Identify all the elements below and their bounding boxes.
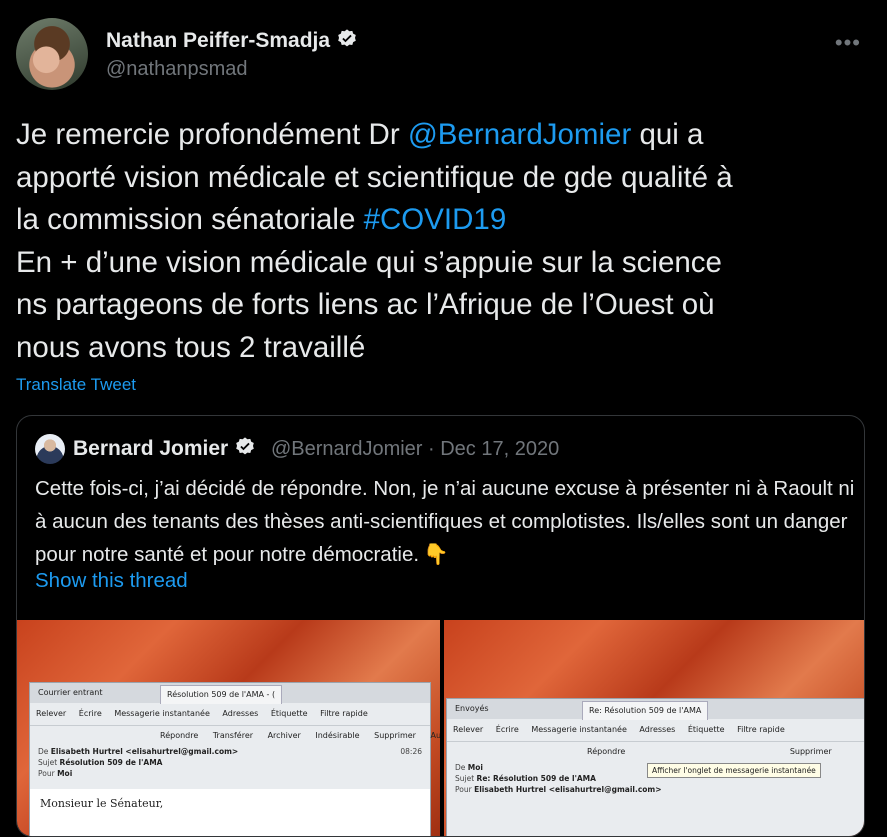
subject-label: Sujet: [38, 758, 58, 767]
action-item: Archiver: [267, 731, 301, 740]
toolbar-item: Adresses: [639, 725, 676, 734]
from-value: Moi: [467, 763, 483, 772]
quoted-author-avatar[interactable]: [35, 434, 65, 464]
hashtag-link[interactable]: #COVID19: [364, 203, 507, 236]
quoted-text: Cette fois-ci, j’ai décidé de répondre. …: [35, 472, 860, 571]
toolbar-item: Messagerie instantanée: [114, 709, 210, 718]
subject-value: Résolution 509 de l'AMA: [59, 758, 163, 767]
quoted-author-name[interactable]: Bernard Jomier: [73, 437, 228, 460]
toolbar-item: Relever: [453, 725, 484, 734]
tweet-header: Nathan Peiffer-Smadja @nathanpsmad •••: [16, 18, 871, 92]
toolbar-item: Écrire: [78, 709, 102, 718]
mail-tabbar: Envoyés Re: Résolution 509 de l'AMA: [447, 699, 864, 720]
toolbar-item: Relever: [36, 709, 67, 718]
to-label: Pour: [455, 785, 472, 794]
to-label: Pour: [38, 769, 55, 778]
mail-from: De Elisabeth Hurtrel <elisahurtrel@gmail…: [30, 746, 430, 757]
action-item: Transférer: [212, 731, 254, 740]
tab-inbox: Courrier entrant: [38, 688, 103, 697]
mail-toolbar: Relever Écrire Messagerie instantanée Ad…: [30, 703, 430, 726]
action-item: Supprimer: [374, 731, 416, 740]
action-item: Supprimer: [789, 747, 832, 756]
toolbar-item: Écrire: [495, 725, 519, 734]
toolbar-item: Étiquette: [687, 725, 725, 734]
toolbar-item: Filtre rapide: [737, 725, 785, 734]
translate-tweet-link[interactable]: Translate Tweet: [16, 375, 136, 395]
mail-window-right: Envoyés Re: Résolution 509 de l'AMA Rele…: [446, 698, 864, 836]
tab-sent: Envoyés: [455, 704, 489, 713]
to-value: Elisabeth Hurtrel <elisahurtrel@gmail.co…: [474, 785, 662, 794]
tooltip: Afficher l'onglet de messagerie instanta…: [647, 763, 821, 778]
mention-link[interactable]: @BernardJomier: [408, 118, 631, 151]
subject-label: Sujet: [455, 774, 475, 783]
mail-actions: Répondre Supprimer: [447, 742, 864, 762]
verified-badge-icon: [236, 437, 255, 455]
toolbar-item: Étiquette: [270, 709, 308, 718]
show-thread-link[interactable]: Show this thread: [35, 569, 188, 593]
tab-active: Résolution 509 de l'AMA - (: [160, 685, 283, 704]
mail-body: Monsieur le Sénateur,: [30, 789, 430, 836]
toolbar-item: Adresses: [222, 709, 259, 718]
subject-value: Re: Résolution 509 de l'AMA: [476, 774, 596, 783]
mail-actions: Répondre Transférer Archiver Indésirable…: [30, 726, 440, 746]
quoted-meta[interactable]: @BernardJomier · Dec 17, 2020: [271, 438, 559, 461]
mail-to: Pour Elisabeth Hurtrel <elisahurtrel@gma…: [447, 784, 864, 795]
mail-time: 08:26: [400, 747, 422, 756]
tweet-text-part1: Je remercie profondément Dr: [16, 118, 408, 151]
action-item: Répondre: [587, 747, 626, 756]
author-name[interactable]: Nathan Peiffer-Smadja: [106, 29, 330, 52]
verified-badge-icon: [338, 29, 356, 47]
toolbar-item: Messagerie instantanée: [531, 725, 627, 734]
pointing-down-icon: 👇: [423, 543, 449, 566]
to-value: Moi: [57, 769, 73, 778]
mail-toolbar: Relever Écrire Messagerie instantanée Ad…: [447, 719, 864, 742]
mail-window-left: Courrier entrant Résolution 509 de l'AMA…: [29, 682, 440, 836]
mail-tabbar: Courrier entrant Résolution 509 de l'AMA…: [30, 683, 430, 704]
from-label: De: [455, 763, 466, 772]
toolbar-item: Filtre rapide: [320, 709, 368, 718]
tweet-text-part3: En + d’une vision médicale qui s’appuie …: [16, 245, 722, 364]
tweet-text: Je remercie profondément Dr @BernardJomi…: [16, 114, 876, 369]
more-options-icon[interactable]: •••: [835, 32, 861, 54]
quoted-tweet[interactable]: Bernard Jomier @BernardJomier · Dec 17, …: [16, 415, 865, 837]
author-handle[interactable]: @nathanpsmad: [106, 58, 248, 81]
author-name-row[interactable]: Nathan Peiffer-Smadja: [106, 28, 358, 53]
action-item: Répondre: [160, 731, 199, 740]
from-label: De: [38, 747, 49, 756]
mail-to: Pour Moi: [30, 768, 430, 779]
from-value: Elisabeth Hurtrel <elisahurtrel@gmail.co…: [50, 747, 239, 756]
attached-image-right[interactable]: Envoyés Re: Résolution 509 de l'AMA Rele…: [444, 620, 864, 836]
attached-image-left[interactable]: Courrier entrant Résolution 509 de l'AMA…: [17, 620, 440, 836]
action-item: Indésirable: [315, 731, 360, 740]
tab-active: Re: Résolution 509 de l'AMA: [582, 701, 709, 720]
quoted-author-name-row[interactable]: Bernard Jomier: [73, 436, 256, 461]
author-avatar[interactable]: [16, 18, 88, 90]
action-item: Autres: [430, 731, 440, 740]
mail-subject: Sujet Résolution 509 de l'AMA: [30, 757, 430, 768]
